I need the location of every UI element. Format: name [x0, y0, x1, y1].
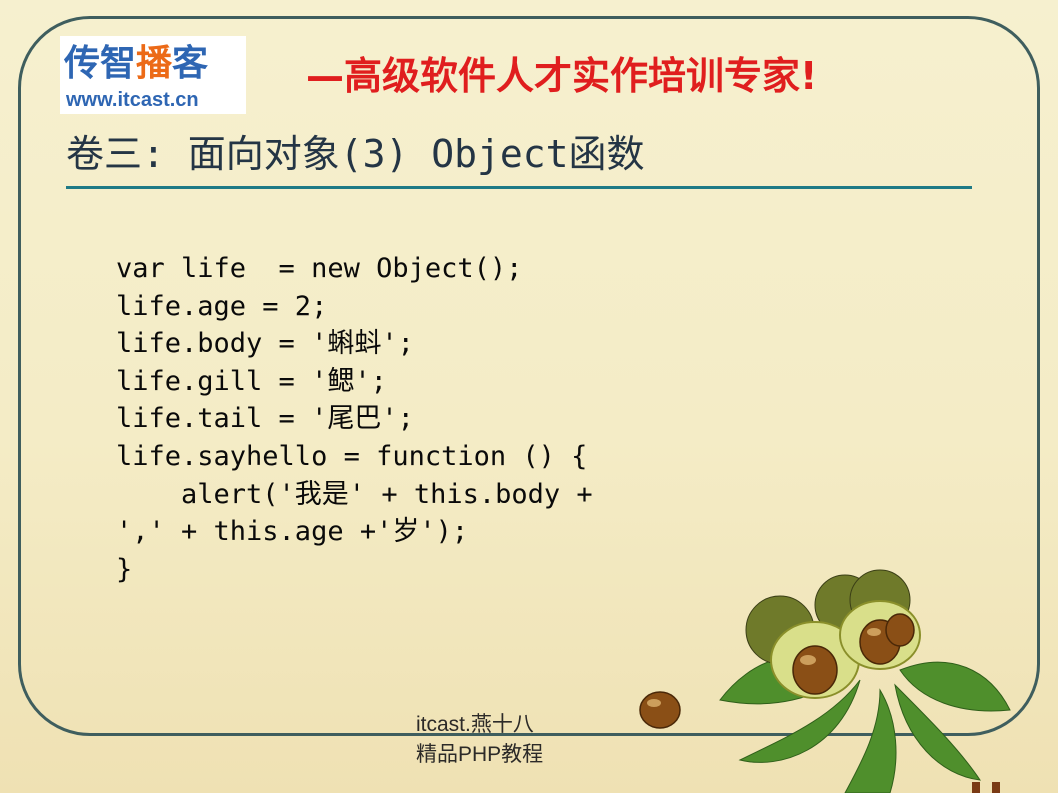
code-line: life.body = '蝌蚪'; — [116, 328, 414, 360]
logo-brand-blue: 传智 — [64, 43, 137, 84]
code-line: life.tail = '尾巴'; — [116, 403, 414, 435]
slide-title: 卷三: 面向对象(3) Object函数 — [66, 132, 645, 176]
code-block: var life = new Object(); life.age = 2; lif… — [116, 250, 593, 588]
logo-url: www.itcast.cn — [66, 89, 199, 111]
chestnut-decoration — [639, 569, 1011, 793]
leaf-cluster — [719, 655, 1011, 793]
logo-brand-blue-end: 客 — [172, 43, 209, 84]
logo-brand-orange: 播 — [136, 43, 173, 84]
itcast-logo: 传智播客 www.itcast.cn — [60, 36, 246, 114]
code-line: life.sayhello = function () { — [116, 440, 588, 472]
title-divider — [66, 186, 972, 189]
code-line: ',' + this.age +'岁'); — [116, 516, 469, 548]
code-line: life.gill = '鳃'; — [116, 365, 387, 397]
footer-line-course: 精品PHP教程 — [416, 743, 544, 766]
code-line: life.age = 2; — [116, 290, 328, 322]
code-line: } — [116, 553, 133, 585]
slogan: —高级软件人才实作培训专家! — [306, 54, 818, 98]
code-line: alert('我是' + this.body + — [116, 478, 593, 510]
footer-line-author: itcast.燕十八 — [416, 713, 534, 736]
footer-caption: itcast.燕十八 精品PHP教程 — [416, 710, 543, 770]
code-line: var life = new Object(); — [116, 253, 523, 284]
